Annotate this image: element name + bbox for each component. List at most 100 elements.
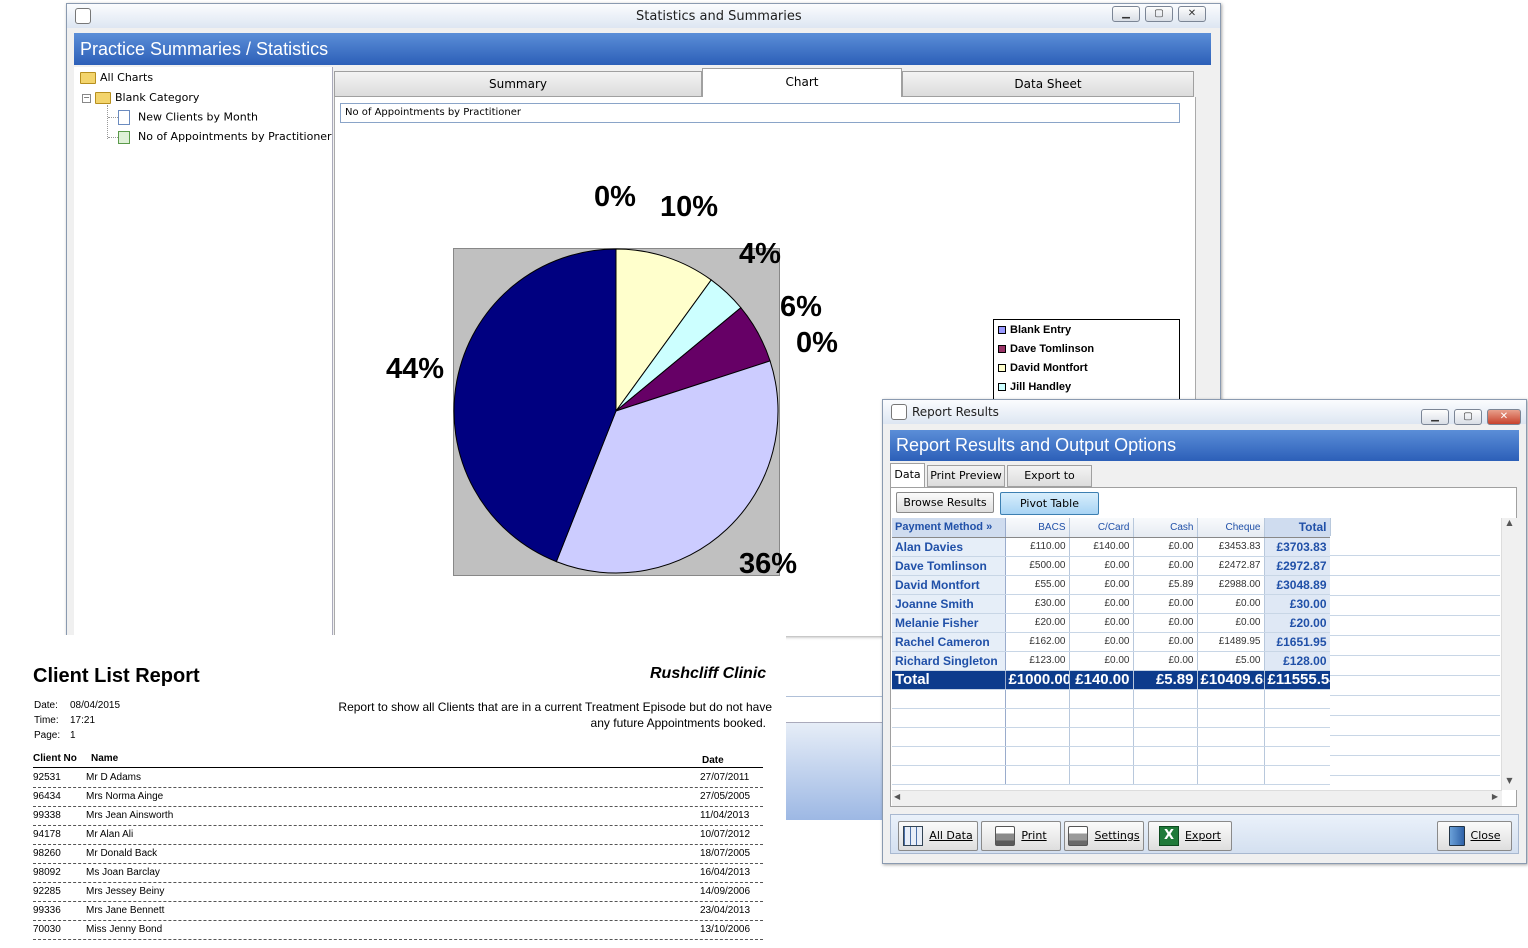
legend-item: David Montfort	[994, 359, 1179, 378]
pie-chart	[453, 248, 779, 574]
value-cell: £2988.00	[1197, 575, 1265, 595]
row-label-cell[interactable]	[892, 708, 1006, 728]
report-row: 99338 Mrs Jean Ainsworth 11/04/2013	[33, 806, 763, 826]
row-label-cell[interactable]	[892, 689, 1006, 709]
value-cell: Cheque	[1197, 518, 1265, 538]
row-label-cell[interactable]: Melanie Fisher	[892, 613, 1006, 633]
maximize-icon[interactable]: ▢	[1145, 6, 1173, 22]
close-icon[interactable]: ✕	[1487, 409, 1521, 425]
pivot-data-row: Melanie Fisher £20.00 £0.00 £0.00 £0.00 £20.0…	[892, 613, 1331, 633]
grid-icon	[903, 826, 924, 846]
tab-print-preview[interactable]: Print Preview	[927, 465, 1005, 487]
pivot-data-row: Richard Singleton £123.00 £0.00 £0.00 £5.00 £…	[892, 651, 1331, 671]
row-label-cell[interactable]: Richard Singleton	[892, 651, 1006, 671]
client-no-cell: 94178	[33, 829, 61, 840]
pie-slice-label: 0%	[594, 181, 636, 213]
report-page-value: 1	[70, 730, 76, 741]
print-button[interactable]: Print	[981, 821, 1061, 851]
pivot-empty-row	[892, 765, 1331, 785]
scroll-left-icon[interactable]: ◀	[894, 792, 900, 801]
close-icon[interactable]: ✕	[1178, 6, 1206, 22]
client-name-cell: Mr Donald Back	[86, 848, 158, 859]
report-row: 98092 Ms Joan Barclay 16/04/2013	[33, 863, 763, 883]
value-cell	[1069, 746, 1134, 766]
report-time-label: Time:	[34, 715, 59, 726]
client-date-cell: 11/04/2013	[700, 810, 750, 821]
row-label-cell[interactable]: Joanne Smith	[892, 594, 1006, 614]
row-label-cell[interactable]	[892, 746, 1006, 766]
tab-export-to-excel[interactable]: Export to Excel	[1007, 465, 1092, 502]
value-cell: £123.00	[1005, 651, 1070, 671]
settings-button[interactable]: Settings	[1064, 821, 1144, 851]
row-label-cell[interactable]: Payment Method »	[892, 518, 1006, 538]
tab-summary[interactable]: Summary	[334, 71, 702, 97]
value-cell: £1489.95	[1197, 632, 1265, 652]
background-window-bar	[786, 722, 886, 820]
pivot-data-row: Rachel Cameron £162.00 £0.00 £0.00 £1489.95 £…	[892, 632, 1331, 652]
value-cell: £5.00	[1197, 651, 1265, 671]
row-label-cell[interactable]: Dave Tomlinson	[892, 556, 1006, 576]
collapse-icon[interactable]: −	[82, 93, 91, 103]
minimize-icon[interactable]: ▁	[1421, 409, 1449, 425]
pie-slice-label: 4%	[739, 238, 781, 270]
tree-item-appointments[interactable]: No of Appointments by Practitioner	[108, 130, 332, 144]
close-button[interactable]: Close	[1437, 821, 1512, 851]
tree-root[interactable]: All Charts	[80, 71, 153, 84]
horizontal-scrollbar[interactable]: ◀ ▶	[892, 790, 1502, 806]
pivot-total-row: Total£1000.00£140.00£5.89£10409.65£11555…	[892, 670, 1331, 690]
report-date-value: 08/04/2015	[70, 700, 121, 711]
value-cell	[1264, 689, 1331, 709]
document-icon	[118, 110, 130, 125]
pivot-empty-row	[892, 727, 1331, 747]
vertical-scrollbar[interactable]: ▲ ▼	[1501, 518, 1517, 790]
client-name-cell: Mr Alan Ali	[86, 829, 134, 840]
export-button[interactable]: X Export	[1148, 821, 1232, 851]
tree-category[interactable]: − Blank Category	[82, 91, 199, 104]
tree-item-new-clients[interactable]: New Clients by Month	[108, 110, 258, 125]
row-label-cell[interactable]: David Montfort	[892, 575, 1006, 595]
client-name-cell: Ms Joan Barclay	[86, 867, 160, 878]
client-no-cell: 92531	[33, 772, 61, 783]
pivot-empty-row	[892, 689, 1331, 709]
value-cell: £0.00	[1069, 556, 1134, 576]
pivot-table-button[interactable]: Pivot Table	[1000, 492, 1099, 515]
value-cell: £5.89	[1133, 575, 1198, 595]
value-cell: £0.00	[1069, 651, 1134, 671]
scroll-right-icon[interactable]: ▶	[1492, 792, 1498, 801]
report-rows: 92531 Mr D Adams 27/07/2011 96434 Mrs Norma …	[33, 768, 763, 948]
maximize-icon[interactable]: ▢	[1454, 409, 1482, 425]
minimize-icon[interactable]: ▁	[1112, 6, 1140, 22]
all-data-button[interactable]: All Data	[898, 821, 978, 851]
value-cell	[1069, 727, 1134, 747]
report-row: 94178 Mr Alan Ali 10/07/2012	[33, 825, 763, 845]
tab-data-sheet[interactable]: Data Sheet	[902, 71, 1194, 97]
stats-titlebar[interactable]: Statistics and Summaries ▁ ▢ ✕	[67, 4, 1220, 28]
report-row: 96434 Mrs Norma Ainge 27/05/2005	[33, 787, 763, 807]
value-cell: £1000.00	[1005, 670, 1070, 690]
client-no-cell: 99338	[33, 810, 61, 821]
browse-results-button[interactable]: Browse Results	[896, 492, 994, 513]
row-label-cell[interactable]: Total	[892, 670, 1006, 690]
row-label-cell[interactable]	[892, 727, 1006, 747]
col-date: Date	[702, 755, 724, 766]
tab-data[interactable]: Data	[890, 463, 925, 488]
client-no-cell: 96434	[33, 791, 61, 802]
report-titlebar[interactable]: Report Results ▁ ▢ ✕	[883, 400, 1526, 425]
scroll-down-icon[interactable]: ▼	[1502, 776, 1517, 790]
scroll-up-icon[interactable]: ▲	[1502, 518, 1517, 532]
value-cell: C/Card	[1069, 518, 1134, 538]
tab-chart[interactable]: Chart	[702, 68, 902, 98]
client-no-cell: 70030	[33, 924, 61, 935]
client-list-report: Client List Report Rushcliff Clinic Date…	[0, 635, 786, 947]
value-cell: £0.00	[1069, 575, 1134, 595]
client-name-cell: Mrs Norma Ainge	[86, 791, 164, 802]
value-cell	[1197, 765, 1265, 785]
row-label-cell[interactable]	[892, 765, 1006, 785]
col-name: Name	[91, 753, 119, 764]
client-date-cell: 18/07/2005	[700, 848, 751, 859]
row-label-cell[interactable]: Rachel Cameron	[892, 632, 1006, 652]
row-label-cell[interactable]: Alan Davies	[892, 537, 1006, 557]
value-cell	[1133, 765, 1198, 785]
pivot-empty-row	[892, 708, 1331, 728]
value-cell: £0.00	[1069, 594, 1134, 614]
